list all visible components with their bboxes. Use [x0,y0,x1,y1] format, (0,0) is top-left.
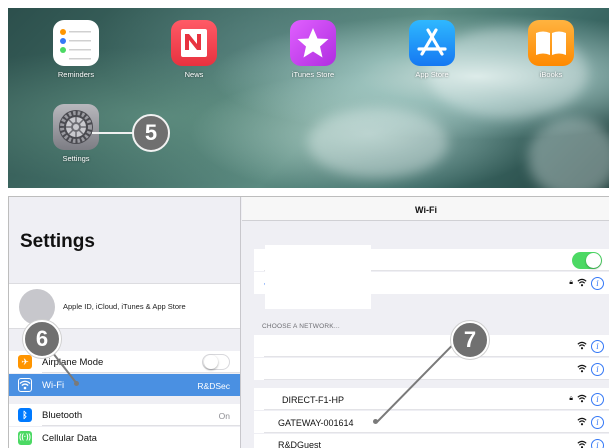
app-app-store[interactable]: App Store [392,20,472,79]
redaction-box [265,245,371,309]
app-reminders[interactable]: Reminders [36,20,116,79]
row-divider [264,356,609,357]
network-name: R&DGuest [278,440,322,448]
network-name: DIRECT-F1-HP [282,395,345,405]
app-ibooks[interactable]: iBooks [511,20,591,79]
callout-7: 7 [451,321,489,359]
airplane-mode-toggle[interactable] [202,354,230,370]
wave-foam [528,118,609,188]
row-divider [264,379,609,380]
home-screen: Reminders News iTunes Store App Store iB… [8,8,609,188]
wifi-signal-icon [577,364,587,375]
sidebar-item-label: Airplane Mode [42,357,104,368]
lock-icon: 🔒︎ [569,279,573,286]
lock-icon: 🔒︎ [569,395,573,402]
settings-gear-icon [53,104,99,150]
info-icon[interactable]: i [591,362,604,376]
wifi-signal-icon [577,394,587,405]
choose-network-label: CHOOSE A NETWORK... [262,323,340,330]
app-store-icon [409,20,455,66]
settings-title: Settings [20,231,95,252]
callout-pointer [373,419,378,424]
reminders-icon [53,20,99,66]
row-divider [264,409,609,410]
network-row[interactable]: i [254,335,609,357]
wifi-toggle[interactable] [572,252,602,269]
settings-sidebar: Settings Apple ID, iCloud, iTunes & App … [9,197,241,448]
app-label: iBooks [539,70,563,79]
info-icon[interactable]: i [591,339,604,353]
sidebar-item-cellular-data[interactable]: ((·)) Cellular Data [9,427,240,448]
app-label: App Store [415,70,449,79]
info-icon[interactable]: i [591,392,604,406]
sidebar-item-label: Wi-Fi [42,380,65,391]
wave-foam [308,108,448,178]
row-divider [42,425,240,426]
itunes-store-icon [290,20,336,66]
settings-screen: Settings Apple ID, iCloud, iTunes & App … [8,196,609,448]
app-label: Reminders [57,70,95,79]
sidebar-item-bluetooth[interactable]: ᛒ Bluetooth On [9,404,240,426]
network-row-gateway-001614[interactable]: GATEWAY-001614 i [254,411,609,433]
network-row[interactable]: i [254,358,609,380]
wifi-signal-icon [577,341,587,352]
callout-pointer [74,381,79,386]
wifi-signal-icon [577,417,587,428]
wifi-header: Wi-Fi [242,197,609,221]
info-icon[interactable]: i [591,276,604,290]
cellular-icon: ((·)) [18,431,32,445]
row-divider [42,372,240,373]
network-row-direct-f1-hp[interactable]: DIRECT-F1-HP 🔒︎ i [254,388,609,410]
bluetooth-icon: ᛒ [18,408,32,422]
wifi-signal-icon [577,278,587,289]
app-label: iTunes Store [291,70,335,79]
news-icon [171,20,217,66]
apple-id-label: Apple ID, iCloud, iTunes & App Store [63,302,186,311]
app-itunes-store[interactable]: iTunes Store [273,20,353,79]
wifi-icon [18,378,32,392]
info-icon[interactable]: i [591,415,604,429]
callout-6: 6 [23,320,61,358]
sidebar-item-wifi[interactable]: Wi-Fi R&DSec [9,374,240,396]
connected-network-value: R&DSec [197,381,230,391]
app-news[interactable]: News [154,20,234,79]
sidebar-item-label: Cellular Data [42,433,97,444]
callout-5: 5 [132,114,170,152]
callout-line [92,132,136,134]
sidebar-item-label: Bluetooth [42,410,83,421]
bluetooth-status-value: On [218,411,230,421]
app-label: Settings [62,154,90,163]
wifi-signal-icon [577,440,587,448]
row-divider [264,432,609,433]
ibooks-icon [528,20,574,66]
airplane-icon: ✈ [18,355,32,369]
app-label: News [184,70,204,79]
info-icon[interactable]: i [591,438,604,448]
network-name: GATEWAY-001614 [278,418,354,428]
wifi-header-title: Wi-Fi [415,205,437,215]
wifi-detail-pane: Wi-Fi ✓ 🔒︎ i CHOOSE A NETWORK... [242,197,609,448]
network-row-rdguest[interactable]: R&DGuest i [254,434,609,448]
